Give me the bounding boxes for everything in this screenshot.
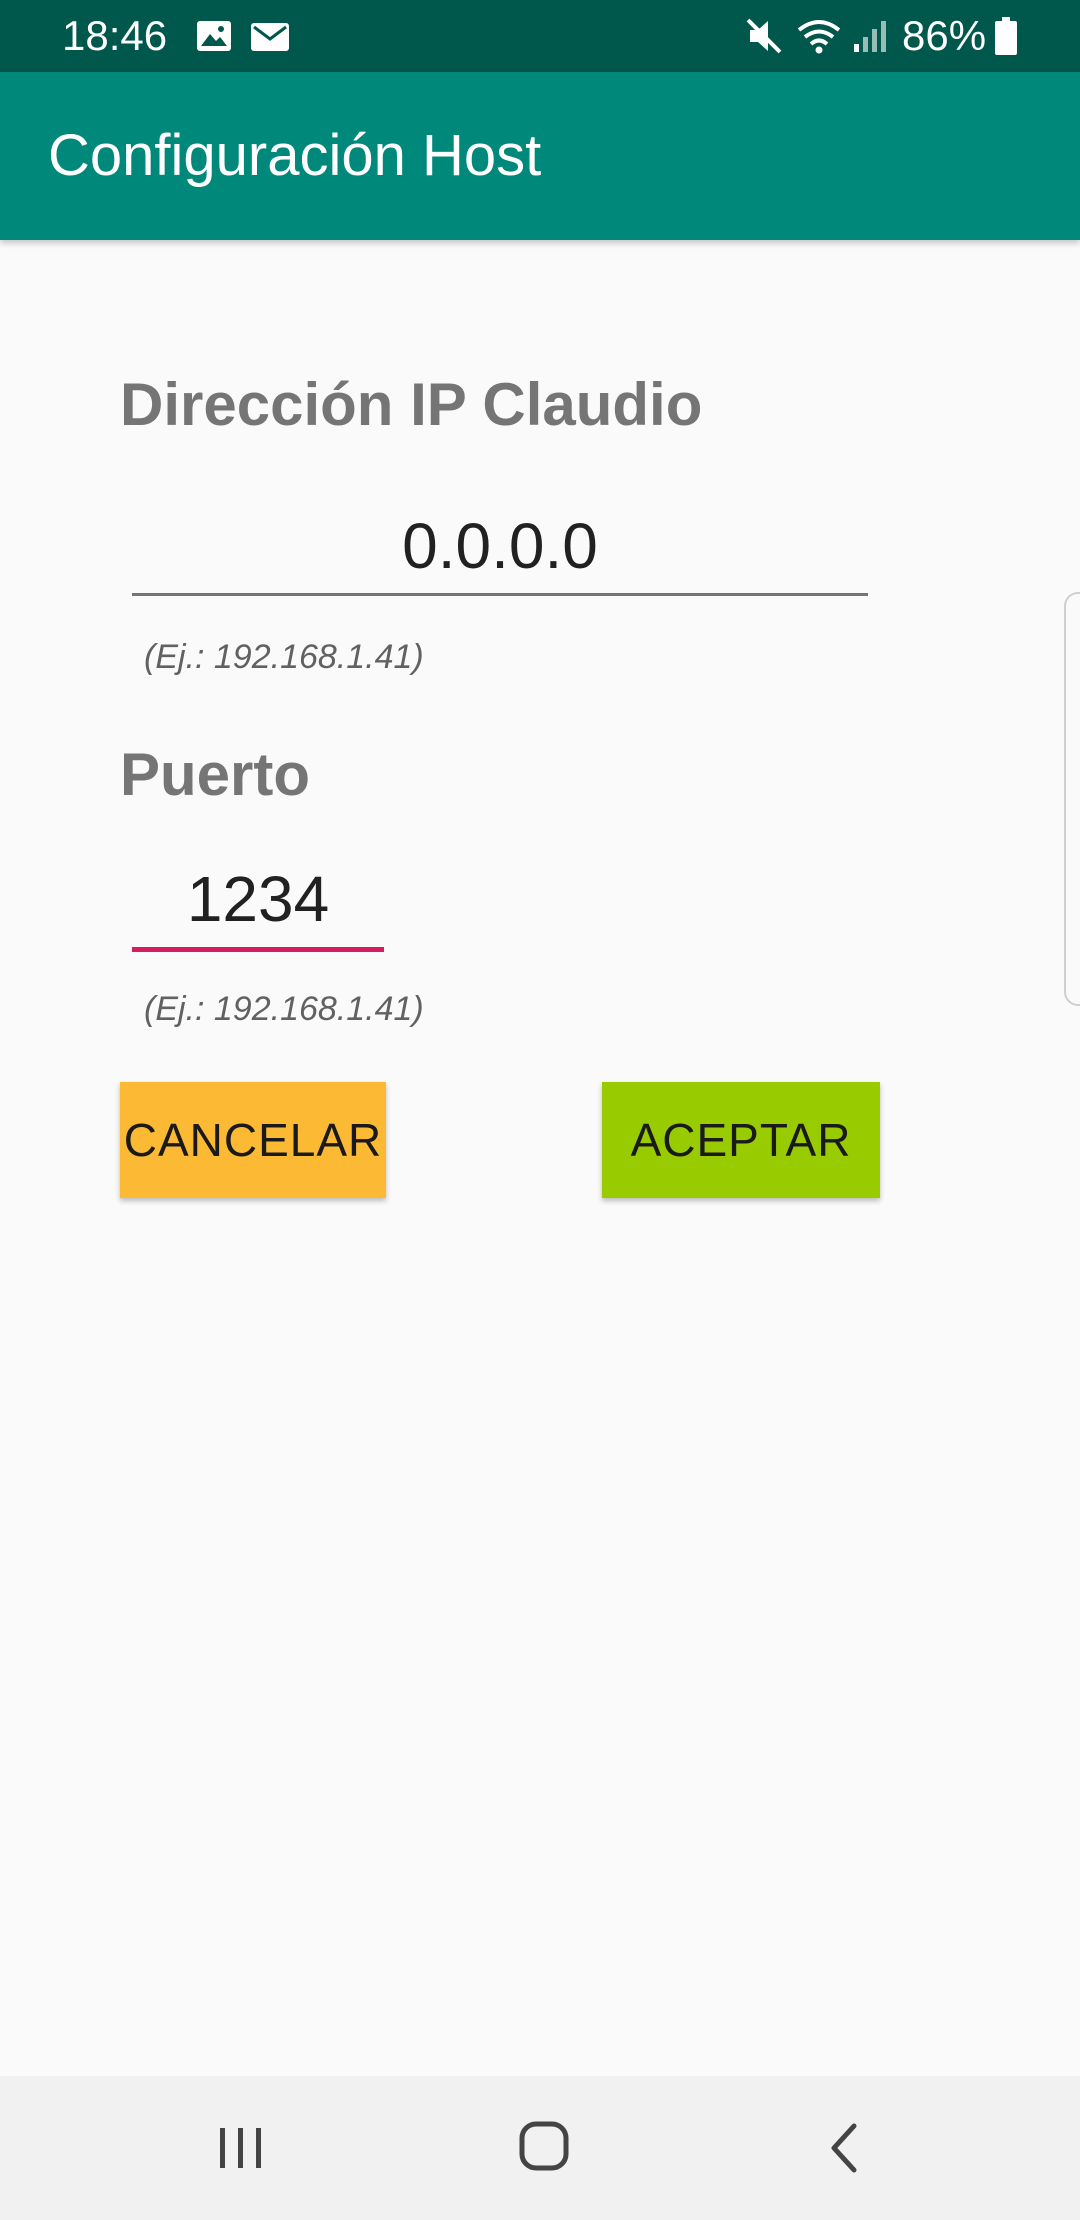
signal-icon	[854, 21, 886, 52]
app-bar: Configuración Host	[0, 72, 1080, 240]
mail-icon	[251, 23, 289, 51]
accept-button[interactable]: ACEPTAR	[602, 1082, 880, 1198]
page-title: Configuración Host	[48, 123, 542, 188]
status-time: 18:46	[62, 12, 168, 59]
port-hint: (Ej.: 192.168.1.41)	[144, 990, 424, 1028]
back-icon[interactable]	[820, 2118, 870, 2178]
edge-panel-handle[interactable]	[1064, 592, 1080, 1006]
screen: 18:46 86% Configuración Host Dirección I…	[0, 0, 1080, 2220]
ip-address-field[interactable]: 0.0.0.0	[132, 506, 868, 596]
mute-icon	[746, 18, 782, 54]
battery-percentage: 86%	[902, 12, 987, 59]
status-bar: 18:46 86%	[0, 0, 1080, 72]
home-icon[interactable]	[514, 2116, 574, 2176]
port-field[interactable]: 1234	[132, 856, 384, 952]
image-icon	[197, 21, 231, 51]
cancel-button[interactable]: CANCELAR	[120, 1082, 386, 1198]
wifi-icon	[797, 20, 841, 54]
ip-hint: (Ej.: 192.168.1.41)	[144, 638, 424, 676]
port-label: Puerto	[120, 741, 311, 808]
battery-icon	[995, 17, 1017, 55]
ip-label: Dirección IP Claudio	[120, 371, 703, 438]
navigation-bar	[0, 2076, 1080, 2220]
recents-icon[interactable]	[214, 2118, 268, 2178]
